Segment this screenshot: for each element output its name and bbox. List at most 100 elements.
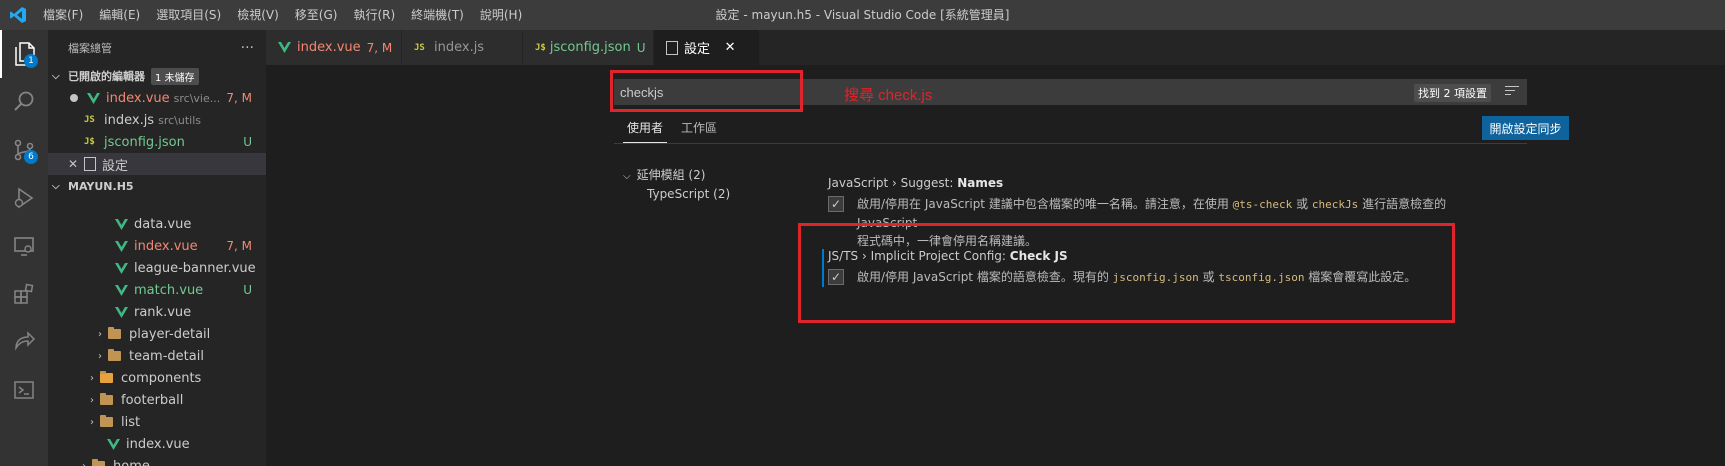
explorer-icon[interactable]: 1 [0,30,48,78]
file-tree-item[interactable]: index.vue 7, M [48,235,266,257]
chevron-right-icon: › [98,350,102,362]
menu-go[interactable]: 移至(G) [287,0,346,30]
file-name: rank.vue [134,304,192,320]
toc-group[interactable]: ⌵ 延伸模組 (2) [623,166,705,183]
close-icon[interactable]: ✕ [722,40,738,55]
file-tree-item[interactable]: match.vue U [48,279,266,301]
tab-settings[interactable]: 設定 ✕ [654,30,760,65]
file-tree-item[interactable]: data.vue [48,213,266,235]
chevron-down-icon: ⌵ [52,180,60,192]
tab-user[interactable]: 使用者 [623,113,668,143]
vue-icon [86,92,100,104]
open-editor-item[interactable]: ✕ 設定 [48,153,266,175]
file-name: data.vue [134,216,192,232]
vue-icon [114,240,128,252]
menu-file[interactable]: 檔案(F) [35,0,91,30]
desc-text: 或 [1198,270,1219,284]
tab-workspace[interactable]: 工作區 [677,113,721,143]
setting-name: Check JS [1009,249,1068,263]
scope-divider [614,143,1527,144]
menu-selection[interactable]: 選取項目(S) [148,0,229,30]
file-tree-item[interactable]: league-banner.vue [48,257,266,279]
folder-name: components [121,370,202,386]
folder-item[interactable]: › player-detail [48,323,266,345]
file-name: jsconfig.json [104,134,185,150]
folder-name: footerball [121,392,184,408]
live-share-icon[interactable] [0,318,48,366]
folder-icon [108,327,121,339]
vue-icon [114,306,128,318]
settings-editor: 找到 2 項設置 搜尋 check.js 使用者 工作區 開啟設定同步 ⌵ 延伸模… [266,65,1725,466]
tab-index-vue[interactable]: index.vue 7, M [266,30,402,65]
toc-item-typescript[interactable]: TypeScript (2) [647,187,730,201]
json-js-icon: J$ [84,137,95,147]
setting-title: JS/TS › Implicit Project Config: Check J… [828,249,1068,263]
editor-tab-bar: index.vue 7, M JS index.js J$ jsconfig.j… [266,30,1725,65]
explorer-sidebar: 檔案總管 ··· ⌵ 已開啟的編輯器 1 未儲存 index.vue src\v… [48,30,266,466]
desc-text: 或 [1292,197,1312,211]
chevron-right-icon: › [82,460,86,466]
js-icon: JS [84,115,95,125]
file-icon [84,157,96,171]
file-name: index.vue [134,238,198,254]
project-label: MAYUN.H5 [68,179,134,193]
menu-edit[interactable]: 編輯(E) [91,0,148,30]
sidebar-title: 檔案總管 [68,41,112,55]
file-path: src\vie... [173,91,221,105]
setting-title: JavaScript › Suggest: Names [828,176,1003,190]
folder-icon [100,415,113,427]
activity-bar: 1 6 [0,30,48,466]
vue-icon [114,284,128,296]
chevron-right-icon: › [90,416,94,428]
folder-item[interactable]: › footerball [48,389,266,411]
code-text: jsconfig.json [1112,271,1199,284]
folder-item[interactable]: › list [48,411,266,433]
setting-checkbox[interactable]: ✓ [828,269,844,285]
search-icon[interactable] [0,78,48,126]
json-js-icon: J$ [535,42,546,53]
unsaved-dot-icon[interactable] [70,94,78,102]
menu-run[interactable]: 執行(R) [345,0,403,30]
toc-group-label: 延伸模組 (2) [636,168,706,182]
tab-label: index.vue [297,40,361,55]
more-actions-icon[interactable]: ··· [241,40,254,56]
tab-index-js[interactable]: JS index.js [402,30,523,65]
project-header[interactable]: ⌵ MAYUN.H5 [48,175,266,197]
file-tree-row-partial [48,197,266,213]
file-tree-item[interactable]: index.vue [48,433,266,455]
menu-help[interactable]: 說明(H) [472,0,530,30]
folder-item[interactable]: › team-detail [48,345,266,367]
extensions-icon[interactable] [0,270,48,318]
remote-explorer-icon[interactable] [0,222,48,270]
folder-item[interactable]: › components [48,367,266,389]
setting-name: Names [957,176,1004,190]
chevron-down-icon: ⌵ [623,171,631,182]
run-debug-icon[interactable] [0,174,48,222]
terminal-icon[interactable] [0,366,48,414]
file-tree-item[interactable]: rank.vue [48,301,266,323]
settings-sync-button[interactable]: 開啟設定同步 [1482,116,1569,140]
tab-label: index.js [434,40,485,55]
folder-name: list [121,414,141,430]
menu-view[interactable]: 檢視(V) [229,0,287,30]
menu-terminal[interactable]: 終端機(T) [403,0,472,30]
tab-jsconfig-json[interactable]: J$ jsconfig.json U [523,30,654,65]
folder-name: player-detail [129,326,211,342]
tab-status: 7, M [366,40,393,55]
open-editors-header[interactable]: ⌵ 已開啟的編輯器 1 未儲存 [48,65,266,87]
open-editor-item[interactable]: JS index.js src\utils [48,109,266,131]
open-editor-item[interactable]: index.vue src\vie... 7, M [48,87,266,109]
menu-bar: 檔案(F) 編輯(E) 選取項目(S) 檢視(V) 移至(G) 執行(R) 終端… [35,0,530,30]
setting-checkbox[interactable]: ✓ [828,196,844,212]
file-icon [666,40,678,55]
folder-item[interactable]: › home [48,455,266,466]
folder-name: home [113,458,150,466]
close-icon[interactable]: ✕ [68,157,84,171]
source-control-icon[interactable]: 6 [0,126,48,174]
open-editor-item[interactable]: J$ jsconfig.json U [48,131,266,153]
file-name: index.vue [106,90,170,106]
clear-filter-icon[interactable] [1505,86,1519,98]
vue-icon [114,262,128,274]
chevron-right-icon: › [90,372,94,384]
file-status: 7, M [226,239,252,253]
